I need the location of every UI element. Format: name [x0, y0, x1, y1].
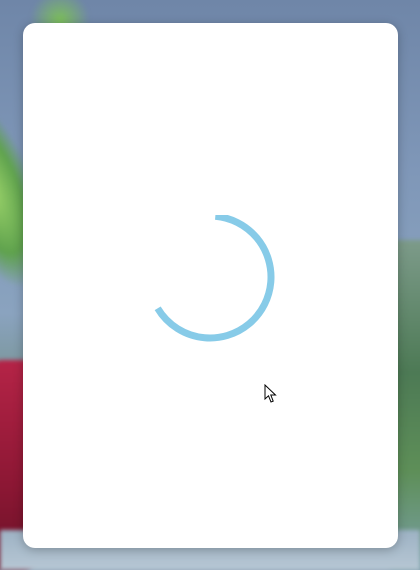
desktop-background — [0, 0, 420, 570]
loading-dialog — [23, 23, 398, 548]
mouse-pointer-icon — [264, 384, 277, 403]
loading-spinner-icon — [145, 215, 275, 342]
